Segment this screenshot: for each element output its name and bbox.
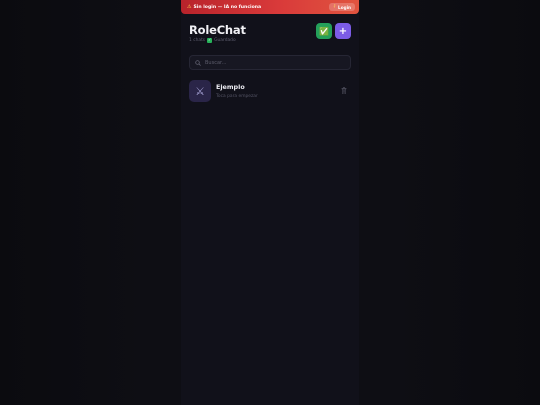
header-actions: ✅ + xyxy=(316,23,351,39)
chat-avatar: ⚔ xyxy=(189,80,211,102)
login-label: Login xyxy=(338,4,351,10)
app-title: RoleChat xyxy=(189,23,246,37)
login-button[interactable]: ⚷ Login xyxy=(328,3,355,11)
delete-chat-button[interactable] xyxy=(341,87,347,94)
search-bar[interactable] xyxy=(189,55,351,70)
chat-text: Ejemplo Toca para empezar xyxy=(216,83,258,99)
check-button-icon: ✅ xyxy=(319,26,329,36)
plus-icon: + xyxy=(338,25,348,37)
chat-list: ⚔ Ejemplo Toca para empezar xyxy=(181,79,359,103)
app-stage: ⚠ Sin login — IA no funciona ⚷ Login Rol… xyxy=(0,0,540,405)
login-warning-banner: ⚠ Sin login — IA no funciona ⚷ Login xyxy=(181,0,359,14)
warning-text: Sin login — IA no funciona xyxy=(193,4,262,10)
search-icon xyxy=(195,59,201,66)
save-status: Guardado xyxy=(214,38,236,43)
chat-name: Ejemplo xyxy=(216,83,245,91)
warning-icon: ⚠ xyxy=(187,3,192,10)
header: RoleChat 1 chats ✓ Guardado ✅ + xyxy=(181,23,359,55)
check-icon: ✓ xyxy=(207,38,213,43)
new-chat-button[interactable]: + xyxy=(335,23,351,39)
chat-count: 1 chats xyxy=(189,38,206,43)
warning-message: ⚠ Sin login — IA no funciona xyxy=(187,3,262,10)
app-frame: ⚠ Sin login — IA no funciona ⚷ Login Rol… xyxy=(181,0,359,405)
crossed-swords-icon: ⚔ xyxy=(195,84,205,98)
chat-list-item[interactable]: ⚔ Ejemplo Toca para empezar xyxy=(189,79,351,103)
search-input[interactable] xyxy=(205,59,345,66)
key-icon: ⚷ xyxy=(332,3,337,9)
trash-icon xyxy=(341,87,347,94)
confirm-button[interactable]: ✅ xyxy=(316,23,332,39)
status-line: 1 chats ✓ Guardado xyxy=(189,38,236,43)
chat-preview: Toca para empezar xyxy=(216,94,258,99)
